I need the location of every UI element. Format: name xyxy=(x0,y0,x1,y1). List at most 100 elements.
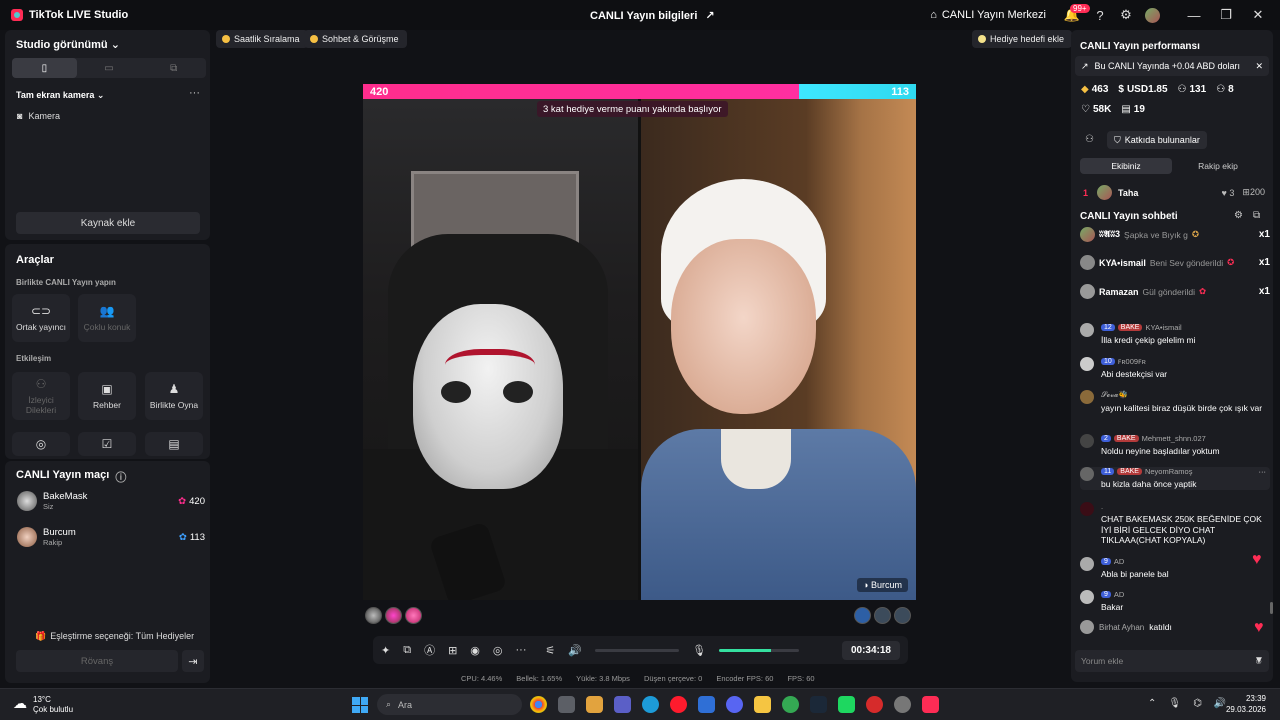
avatar[interactable] xyxy=(874,607,891,624)
mic-level-slider[interactable] xyxy=(719,648,800,652)
chat-meet-chip[interactable]: Sohbet & Görüşme xyxy=(304,30,407,48)
chat-message-hovered[interactable]: 11 BAKE NeyomRamoş ··· bu kizla daha önce y… xyxy=(1080,467,1270,490)
tool-partial-1[interactable]: ◎ xyxy=(12,432,70,456)
taskbar-search[interactable]: ⌕ Ara xyxy=(377,694,522,715)
more-icon[interactable]: ··· xyxy=(189,87,200,99)
weather-widget[interactable]: ☁ 13°C Çok bulutlu xyxy=(13,695,73,714)
app-green-icon[interactable] xyxy=(838,696,855,713)
source-camera[interactable]: ◙ Kamera xyxy=(17,111,60,121)
chevron-up-icon[interactable]: ⌃ xyxy=(1148,698,1156,709)
youtube-icon[interactable] xyxy=(866,696,883,713)
chrome-alt-icon[interactable] xyxy=(782,696,799,713)
guide-tool[interactable]: ▣ Rehber xyxy=(78,372,136,420)
chat-message[interactable]: 12 BAKE KYA•ismail İlla kredi çekip geleli… xyxy=(1080,323,1270,346)
microphone-icon[interactable]: 🎙 xyxy=(692,644,706,657)
store-icon[interactable] xyxy=(586,696,603,713)
minimize-button[interactable]: — xyxy=(1184,5,1204,25)
chat-message[interactable]: 9 AD Bakar xyxy=(1080,590,1270,613)
comment-input[interactable]: Yorum ekle ☺ xyxy=(1075,650,1269,672)
app-icon[interactable] xyxy=(558,696,575,713)
screen-effects-icon[interactable]: ⧉ xyxy=(403,644,411,657)
stat-upload: Yükle: 3.8 Mbps xyxy=(576,674,630,683)
opera-icon[interactable] xyxy=(670,696,687,713)
teams-icon[interactable] xyxy=(614,696,631,713)
rematch-button[interactable]: Rövanş xyxy=(16,650,178,672)
clock-date: 29.03.2026 xyxy=(1225,704,1266,714)
chat-settings-icon[interactable]: ⚙ xyxy=(1234,210,1243,221)
add-overlay-icon[interactable]: ⊞ xyxy=(448,644,457,657)
more-icon[interactable]: ··· xyxy=(516,644,527,656)
close-icon[interactable]: ✕ xyxy=(1255,61,1263,72)
mixer-icon[interactable]: ⚟ xyxy=(546,644,556,657)
tiktok-live-icon[interactable] xyxy=(922,696,939,713)
edge-icon[interactable] xyxy=(642,696,659,713)
tool-partial-3[interactable]: ▤ xyxy=(145,432,203,456)
help-icon[interactable]: ? xyxy=(1090,5,1110,25)
multi-guest-icon: 👥 xyxy=(99,304,115,318)
contributors-button[interactable]: ⛉ Katkıda bulunanlar xyxy=(1107,131,1207,149)
outlook-icon[interactable] xyxy=(698,696,715,713)
avatar xyxy=(17,491,37,511)
exit-match-icon[interactable]: ⇥ xyxy=(182,650,204,672)
ai-icon[interactable]: Ⓐ xyxy=(424,642,435,658)
tab-your-team[interactable]: Ekibiniz xyxy=(1080,158,1172,174)
profile-avatar[interactable] xyxy=(1142,5,1162,25)
record-icon[interactable]: ◉ xyxy=(470,644,480,657)
gift-sender: KYA•ismail xyxy=(1099,257,1146,268)
chat-message[interactable]: 𝓢𝓮𝓿𝓪🐝 yayın kalitesi biraz düşük birde ç… xyxy=(1080,390,1270,414)
speaker-icon[interactable]: 🔊 xyxy=(568,644,582,657)
mic-tray-icon[interactable]: 🎙 xyxy=(1168,698,1181,709)
live-info-button[interactable]: CANLI Yayın bilgileri ↗ xyxy=(590,9,715,23)
popout-icon[interactable]: ⧉ xyxy=(1253,210,1260,221)
maximize-button[interactable]: ❐ xyxy=(1216,5,1236,25)
add-source-button[interactable]: Kaynak ekle xyxy=(16,212,200,234)
scene-dropdown[interactable]: Tam ekran kamera ⌄ xyxy=(16,90,104,101)
multi-guest-tool[interactable]: 👥 Çoklu konuk xyxy=(78,294,136,342)
avatar[interactable] xyxy=(365,607,382,624)
windows-start-icon[interactable] xyxy=(352,697,368,713)
live-preview[interactable]: ◑ Burcum 3 kat hediye verme puanı yakınd… xyxy=(363,99,916,600)
filter-icon[interactable]: ▼ xyxy=(1254,655,1264,666)
avatar[interactable] xyxy=(405,607,422,624)
network-icon[interactable]: ⌬ xyxy=(1193,698,1202,709)
studio-view-dropdown[interactable]: Studio görünümü ⌄ xyxy=(16,38,120,51)
chat-message[interactable]: 10 ꜰʀ009ꜰʀ Abi destekçisi var xyxy=(1080,357,1270,380)
viewer-wishes-tool[interactable]: ⚇ İzleyici Dilekleri xyxy=(12,372,70,420)
hourly-ranking-chip[interactable]: Saatlik Sıralama xyxy=(216,30,308,48)
info-icon[interactable]: ⓘ xyxy=(115,469,126,485)
gift-goal-chip[interactable]: Hediye hedefi ekle xyxy=(972,30,1073,48)
app-gray-icon[interactable] xyxy=(894,696,911,713)
portrait-layout-icon[interactable]: ▯ xyxy=(12,58,77,78)
more-icon[interactable]: ··· xyxy=(1259,467,1271,476)
add-user-icon[interactable]: ⚇ xyxy=(1085,134,1094,145)
folder-icon[interactable] xyxy=(754,696,771,713)
tool-partial-2[interactable]: ☑ xyxy=(78,432,136,456)
close-button[interactable]: ✕ xyxy=(1248,5,1268,25)
tab-rival-team[interactable]: Rakip ekip xyxy=(1172,158,1264,174)
avatar[interactable] xyxy=(385,607,402,624)
chat-message[interactable]: . CHAT BAKEMASK 250K BEĞENİDE ÇOK İYİ Bİ… xyxy=(1080,502,1270,546)
landscape-layout-icon[interactable]: ▭ xyxy=(77,58,142,78)
avatar[interactable] xyxy=(854,607,871,624)
chat-scrollbar[interactable] xyxy=(1270,602,1273,614)
volume-slider[interactable] xyxy=(595,648,680,652)
stat-cpu: CPU: 4.46% xyxy=(461,674,503,683)
dual-layout-icon[interactable]: ⧉ xyxy=(141,58,206,78)
chrome-icon[interactable] xyxy=(530,696,547,713)
live-center-button[interactable]: ⌂ CANLI Yayın Merkezi xyxy=(930,9,1046,21)
match-option[interactable]: 🎁 Eşleştirme seçeneği: Tüm Hediyeler xyxy=(35,631,194,642)
clock[interactable]: 23:39 29.03.2026 xyxy=(1226,694,1266,716)
play-together-tool[interactable]: ♟ Birlikte Oyna xyxy=(145,372,203,420)
contributor-row[interactable]: 1 Taha ♥ 3 ⊞200 xyxy=(1083,185,1265,200)
steam-icon[interactable] xyxy=(810,696,827,713)
magic-wand-icon[interactable]: ✦ xyxy=(381,644,390,657)
volume-icon[interactable]: 🔊 xyxy=(1214,698,1226,709)
avatar[interactable] xyxy=(894,607,911,624)
gear-icon[interactable]: ⚙ xyxy=(1116,5,1136,25)
discord-icon[interactable] xyxy=(726,696,743,713)
camera-switch-icon[interactable]: ◎ xyxy=(493,644,503,657)
cohost-tool[interactable]: ⊂⊃ Ortak yayıncı xyxy=(12,294,70,342)
avatar xyxy=(1080,590,1094,604)
chat-message[interactable]: 9 AD Abla bi panele bal xyxy=(1080,557,1270,580)
chat-message[interactable]: 2 BAKE Mehmett_shnn.027 Noldu neyine başla… xyxy=(1080,434,1270,457)
